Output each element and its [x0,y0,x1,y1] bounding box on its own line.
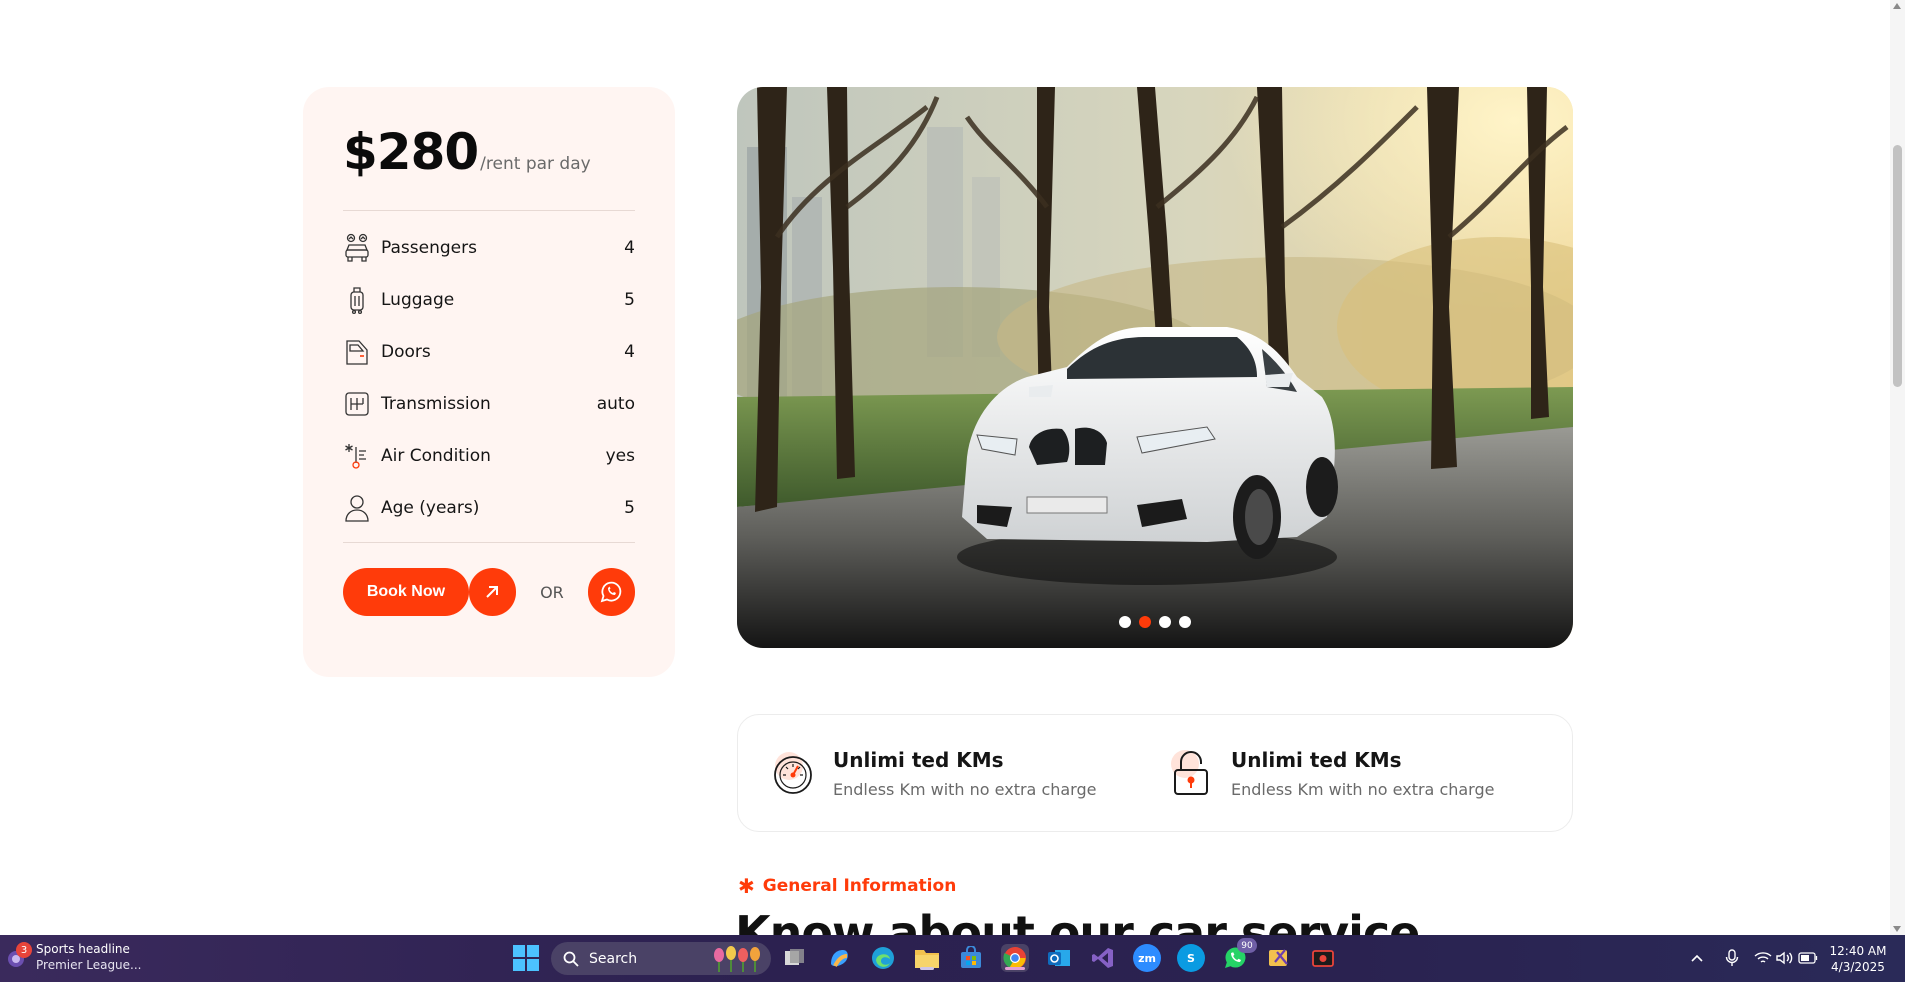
file-explorer-icon[interactable] [913,944,941,972]
scroll-up-arrow-icon[interactable] [1893,3,1901,9]
task-view-icon[interactable] [781,944,809,972]
spec-value: 5 [624,498,635,518]
spec-value: auto [596,394,635,414]
spec-row-age: Age (years) 5 [343,482,635,534]
chrome-icon[interactable] [1001,944,1029,972]
windows-start-icon[interactable] [513,945,539,971]
spec-row-passengers: Passengers 4 [343,222,635,274]
spec-row-doors: Doors 4 [343,326,635,378]
visual-studio-icon[interactable] [1089,944,1117,972]
spec-value: 4 [624,342,635,362]
carousel-dot-3[interactable] [1159,616,1171,628]
search-icon [563,951,579,967]
spec-value: 5 [624,290,635,310]
spec-label: Air Condition [381,446,491,466]
spec-label: Luggage [381,290,455,310]
scroll-down-arrow-icon[interactable] [1893,926,1901,932]
feature-text: Unlimi ted KMs Endless Km with no extra … [833,748,1096,799]
microphone-icon[interactable] [1720,944,1744,972]
whatsapp-icon [601,581,622,603]
feature-title: Unlimi ted KMs [833,747,1004,772]
spec-value: 4 [624,238,635,258]
system-clock[interactable]: 12:40 AM 4/3/2025 [1828,943,1888,975]
feature-description: Endless Km with no extra charge [1231,779,1495,799]
page-scrollbar[interactable] [1890,0,1905,935]
snipping-tool-icon[interactable] [1265,944,1293,972]
spec-row-air-condition: Air Condition yes [343,430,635,482]
spec-label: Transmission [381,394,491,414]
spec-list: Passengers 4 Luggage 5 Doors 4 Transmiss… [343,222,635,534]
booking-actions: Book Now OR [343,568,635,616]
volume-icon[interactable] [1774,944,1796,972]
news-widget[interactable]: 3 Sports headline Premier League... [6,941,142,973]
air-condition-icon [343,441,371,471]
spec-value: yes [605,446,635,466]
spec-row-luggage: Luggage 5 [343,274,635,326]
divider [343,542,635,543]
battery-icon[interactable] [1796,944,1820,972]
spec-label: Doors [381,342,431,362]
features-box: Unlimi ted KMs Endless Km with no extra … [737,714,1573,832]
gearbox-icon [343,389,371,419]
copilot-icon[interactable] [825,944,853,972]
clock-date: 4/3/2025 [1831,960,1885,974]
passengers-icon [343,233,371,263]
skype-icon[interactable]: S [1177,944,1205,972]
price-unit: /rent par day [480,154,591,174]
feature-unlimited-km: Unlimi ted KMs Endless Km with no extra … [738,748,1136,799]
or-separator: OR [540,582,564,602]
arrow-up-right-icon[interactable] [468,568,517,616]
whatsapp-button[interactable] [587,568,635,616]
clock-time: 12:40 AM [1829,944,1887,958]
asterisk-icon: ✱ [738,874,755,898]
feature-text: Unlimi ted KMs Endless Km with no extra … [1231,748,1494,799]
search-label: Search [589,950,638,967]
news-text: Sports headline Premier League... [36,941,142,973]
outlook-icon[interactable] [1045,944,1073,972]
wifi-icon[interactable] [1752,944,1774,972]
car-image-carousel[interactable] [737,87,1573,648]
price-amount: $280 [343,123,479,181]
screen-recorder-icon[interactable] [1309,944,1337,972]
carousel-dot-4[interactable] [1179,616,1191,628]
carousel-dot-1[interactable] [1119,616,1131,628]
carousel-dots [737,616,1573,628]
spec-row-transmission: Transmission auto [343,378,635,430]
zoom-icon[interactable]: zm [1133,944,1161,972]
whatsapp-badge: 90 [1237,938,1257,953]
person-icon [343,493,371,523]
chevron-up-icon[interactable] [1685,944,1709,972]
luggage-icon [343,285,371,315]
active-indicator [1005,967,1025,970]
section-label-text: General Information [762,876,957,896]
car-photo [737,87,1573,648]
page: $280 /rent par day Passengers 4 Luggage … [0,0,1905,982]
news-subtitle: Premier League... [36,958,142,972]
book-now-button[interactable]: Book Now [343,568,469,616]
feature-title: Unlimi ted KMs [1231,747,1402,772]
speedometer-icon [771,748,815,798]
unlock-icon [1169,748,1213,798]
spec-label: Age (years) [381,498,480,518]
door-icon [343,337,371,367]
feature-description: Endless Km with no extra charge [833,779,1097,799]
news-title: Sports headline [36,942,130,956]
microsoft-store-icon[interactable] [957,944,985,972]
scrollbar-thumb[interactable] [1893,145,1902,387]
news-icon: 3 [6,942,32,969]
carousel-dot-2[interactable] [1139,616,1151,628]
section-label: ✱ General Information [738,874,956,898]
rental-details-card: $280 /rent par day Passengers 4 Luggage … [303,87,675,677]
taskbar-search[interactable]: Search [551,942,771,975]
divider [343,210,635,211]
running-indicator [920,967,934,970]
whatsapp-taskbar-icon[interactable]: 90 [1221,938,1257,972]
edge-icon[interactable] [869,944,897,972]
spec-label: Passengers [381,238,477,258]
price-line: $280 /rent par day [343,123,635,193]
tulips-icon [714,946,760,972]
news-badge: 3 [16,942,32,958]
feature-unlimited-km-2: Unlimi ted KMs Endless Km with no extra … [1136,748,1534,799]
windows-taskbar: 3 Sports headline Premier League... Sear… [0,935,1905,982]
